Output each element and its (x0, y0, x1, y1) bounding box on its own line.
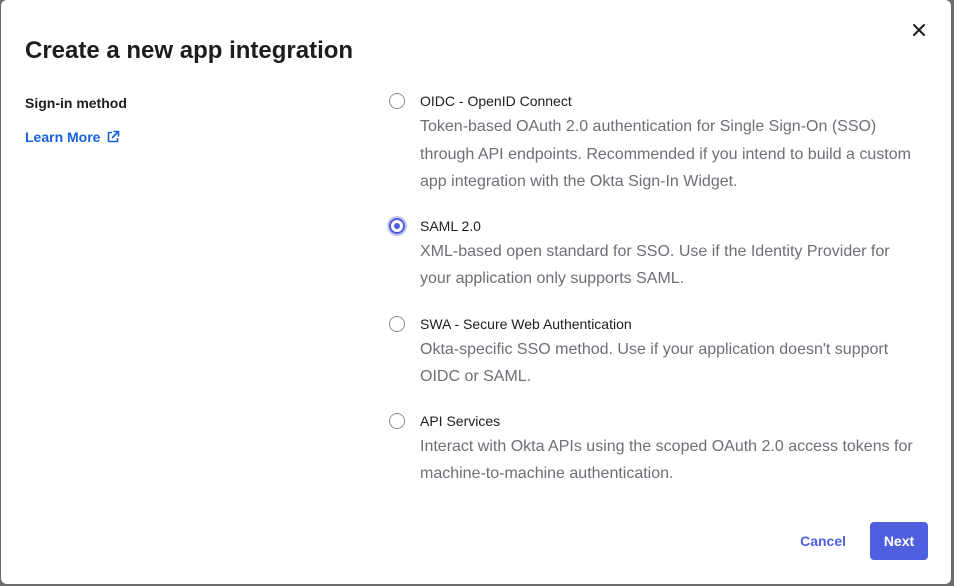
radio-api-services[interactable] (389, 412, 405, 429)
option-label: SAML 2.0 (420, 217, 481, 234)
dialog-title: Create a new app integration (25, 37, 354, 64)
option-description: Token-based OAuth 2.0 authentication for… (420, 118, 911, 190)
option-description: Okta-specific SSO method. Use if your ap… (420, 340, 889, 386)
learn-more-link[interactable]: Learn More (25, 128, 120, 146)
option-swa[interactable]: SWA - Secure Web Authentication Okta-spe… (389, 315, 929, 391)
learn-more-label: Learn More (25, 129, 101, 145)
external-link-icon (108, 130, 120, 143)
app-integration-dialog: Create a new app integration Sign-in met… (1, 0, 951, 584)
radio-saml[interactable] (389, 217, 405, 234)
radio-oidc[interactable] (389, 93, 405, 109)
close-icon (913, 24, 925, 36)
close-button[interactable] (907, 18, 931, 42)
dialog-footer: Cancel Next (800, 522, 928, 560)
sign-in-method-options: OIDC - OpenID Connect Token-based OAuth … (389, 92, 929, 488)
option-oidc[interactable]: OIDC - OpenID Connect Token-based OAuth … (389, 92, 929, 196)
option-label: OIDC - OpenID Connect (420, 93, 572, 109)
option-description: XML-based open standard for SSO. Use if … (420, 242, 890, 288)
option-label: SWA - Secure Web Authentication (420, 315, 632, 332)
option-api-services[interactable]: API Services Interact with Okta APIs usi… (389, 412, 929, 488)
option-saml[interactable]: SAML 2.0 XML-based open standard for SSO… (389, 217, 929, 293)
option-description: Interact with Okta APIs using the scoped… (420, 437, 913, 483)
radio-swa[interactable] (389, 315, 405, 332)
next-button[interactable]: Next (870, 522, 928, 560)
cancel-button[interactable]: Cancel (800, 533, 846, 549)
sign-in-method-label: Sign-in method (25, 95, 127, 111)
option-label: API Services (420, 412, 501, 429)
